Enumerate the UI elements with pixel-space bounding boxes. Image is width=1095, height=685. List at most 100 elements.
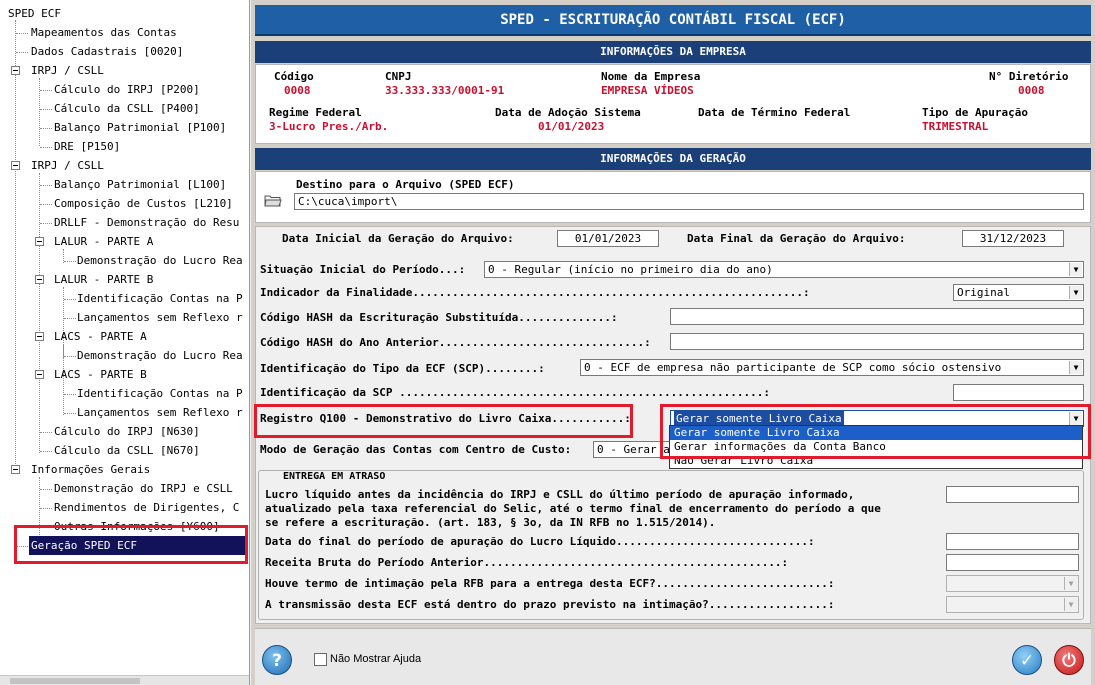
collapse-icon[interactable] [35,332,44,341]
cnpj-value: 33.333.333/0001-91 [385,84,505,97]
tipo-ecf-label: Identificação do Tipo da ECF (SCP)......… [260,362,545,375]
tree-node-label: IRPJ / CSLL [31,159,104,172]
tree-node-dados-cadastrais[interactable]: Dados Cadastrais [0020] [29,42,185,61]
tree-node-calculo-csll-n670[interactable]: Cálculo da CSLL [N670] [52,441,202,460]
lucro-label-line2: atualizado pela taxa referencial do Seli… [265,502,881,515]
tree-node-lalur-a[interactable]: LALUR - PARTE A [52,232,155,251]
prazo-select[interactable]: ▼ [946,596,1079,613]
chevron-down-icon[interactable]: ▼ [1069,263,1082,276]
tree-node-calculo-irpj-n630[interactable]: Cálculo do IRPJ [N630] [52,422,202,441]
tree-node-label: DRE [P150] [54,140,121,153]
tree-node-balanco-l100[interactable]: Balanço Patrimonial [L100] [52,175,228,194]
nao-mostrar-ajuda-checkbox[interactable] [314,653,327,666]
lucro-label-line3: se refere a escrituração. (art. 183, § 3… [265,516,716,529]
centro-custo-label: Modo de Geração das Contas com Centro de… [260,443,572,456]
situacao-label: Situação Inicial do Período...: [260,263,466,276]
finalidade-select[interactable]: Original ▼ [953,284,1084,301]
tree-node-lalur-b[interactable]: LALUR - PARTE B [52,270,155,289]
tree-node-calculo-csll-p400[interactable]: Cálculo da CSLL [P400] [52,99,202,118]
data-final-input[interactable]: 31/12/2023 [962,230,1064,247]
tree-node-demonstracao-irpj-csll[interactable]: Demonstração do IRPJ e CSLL [52,479,235,498]
tree-node-label: LALUR - PARTE A [54,235,154,248]
tree-node-lacs-b[interactable]: LACS - PARTE B [52,365,149,384]
tree-node-lacs-a-demonstracao[interactable]: Demonstração do Lucro Rea [75,346,245,365]
tree-node-label: Cálculo da CSLL [P400] [54,102,200,115]
tree-node-lacs-a[interactable]: LACS - PARTE A [52,327,149,346]
data-final-periodo-label: Data do final do período de apuração do … [265,535,815,548]
tree-node-label: Dados Cadastrais [0020] [31,45,184,58]
data-inicial-label: Data Inicial da Geração do Arquivo: [282,232,514,245]
situacao-select[interactable]: 0 - Regular (início no primeiro dia do a… [484,261,1084,278]
tree-node-label: Cálculo da CSLL [N670] [54,444,200,457]
scp-input[interactable] [953,384,1084,401]
tree-node-lalur-b-identificacao[interactable]: Identificação Contas na P [75,289,245,308]
tree-node-lacs-b-lancamentos[interactable]: Lançamentos sem Reflexo r [75,403,245,422]
intimacao-label: Houve termo de intimação pela RFB para a… [265,577,835,590]
collapse-icon[interactable] [11,161,20,170]
collapse-icon[interactable] [35,237,44,246]
hash-input[interactable] [670,308,1084,325]
tree-node-label: Identificação Contas na P [77,387,243,400]
data-inicial-input[interactable]: 01/01/2023 [557,230,659,247]
data-final-label: Data Final da Geração do Arquivo: [687,232,906,245]
tree-node-label: Identificação Contas na P [77,292,243,305]
adocao-label: Data de Adoção Sistema [495,106,641,119]
data-final-periodo-input[interactable] [946,533,1079,550]
tree-node-lacs-b-identificacao[interactable]: Identificação Contas na P [75,384,245,403]
codigo-label: Código [274,70,314,83]
termino-label: Data de Término Federal [698,106,851,119]
tree-node-drllf[interactable]: DRLLF - Demonstração do Resu [52,213,241,232]
tree-node-composicao-l210[interactable]: Composição de Custos [L210] [52,194,235,213]
chevron-down-icon[interactable]: ▼ [1069,361,1082,374]
tree-node-lalur-b-lancamentos[interactable]: Lançamentos sem Reflexo r [75,308,245,327]
diretorio-label: N° Diretório [989,70,1069,83]
tree-node-irpj-csll-p[interactable]: IRPJ / CSLL [29,61,106,80]
tree-node-label: SPED ECF [8,7,61,20]
nao-mostrar-ajuda-label: Não Mostrar Ajuda [330,653,422,665]
tree-node-calculo-irpj-p200[interactable]: Cálculo do IRPJ [P200] [52,80,202,99]
help-button[interactable]: ? [262,645,292,675]
horizontal-scrollbar[interactable] [0,675,249,685]
diretorio-value: 0008 [1018,84,1045,97]
tipo-ecf-select[interactable]: 0 - ECF de empresa não participante de S… [580,359,1084,376]
tree-node-dre-p150[interactable]: DRE [P150] [52,137,122,156]
page-title: SPED - ESCRITURAÇÃO CONTÁBIL FISCAL (ECF… [255,5,1091,36]
tree-node-mapeamentos[interactable]: Mapeamentos das Contas [29,23,179,42]
hash-anterior-input[interactable] [670,333,1084,350]
regime-label: Regime Federal [269,106,362,119]
collapse-icon[interactable] [35,370,44,379]
tree-node-label: Demonstração do Lucro Rea [77,349,243,362]
folder-icon[interactable] [264,193,282,207]
regime-value: 3-Lucro Pres./Arb. [269,120,389,133]
exit-button[interactable]: ⏻ [1054,645,1084,675]
chevron-down-icon[interactable]: ▼ [1064,577,1077,590]
tree-node-label: Rendimentos de Dirigentes, C [54,501,240,514]
highlight-frame [14,525,248,564]
destino-input[interactable]: C:\cuca\import\ [294,193,1084,210]
navigation-tree[interactable]: SPED ECF Mapeamentos das Contas Dados Ca… [0,0,250,685]
section-empresa-title: INFORMAÇÕES DA EMPRESA [255,41,1091,63]
tree-node-rendimentos-dirigentes[interactable]: Rendimentos de Dirigentes, C [52,498,241,517]
collapse-icon[interactable] [11,66,20,75]
lucro-input[interactable] [946,486,1079,503]
collapse-icon[interactable] [35,275,44,284]
receita-input[interactable] [946,554,1079,571]
tree-node-label: Demonstração do Lucro Rea [77,254,243,267]
confirm-button[interactable]: ✓ [1012,645,1042,675]
tree-node-label: LACS - PARTE A [54,330,147,343]
chevron-down-icon[interactable]: ▼ [1064,598,1077,611]
tree-node-informacoes-gerais[interactable]: Informações Gerais [29,460,152,479]
codigo-value: 0008 [284,84,311,97]
scrollbar-thumb[interactable] [10,678,140,684]
adocao-value: 01/01/2023 [538,120,605,133]
finalidade-label: Indicador da Finalidade.................… [260,286,810,299]
chevron-down-icon[interactable]: ▼ [1069,286,1082,299]
tree-node-irpj-csll-l[interactable]: IRPJ / CSLL [29,156,106,175]
section-geracao-title: INFORMAÇÕES DA GERAÇÃO [255,148,1091,170]
tree-node-root[interactable]: SPED ECF [6,4,63,23]
intimacao-select[interactable]: ▼ [946,575,1079,592]
collapse-icon[interactable] [11,465,20,474]
tree-node-lalur-a-demonstracao[interactable]: Demonstração do Lucro Rea [75,251,245,270]
nome-empresa-label: Nome da Empresa [601,70,701,83]
tree-node-balanco-p100[interactable]: Balanço Patrimonial [P100] [52,118,228,137]
